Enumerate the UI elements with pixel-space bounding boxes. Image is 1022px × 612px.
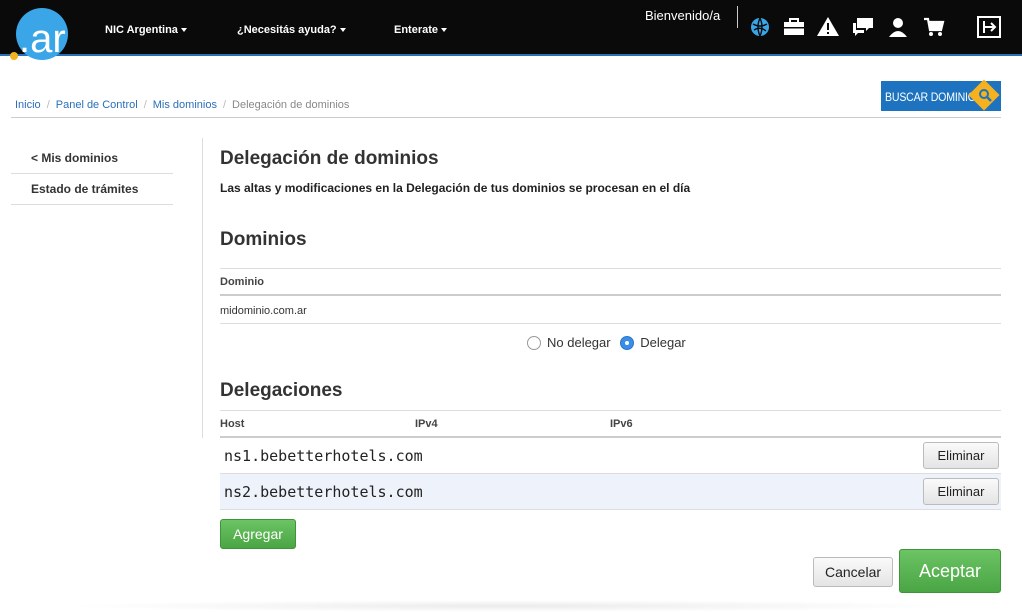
caret-down-icon <box>441 28 448 33</box>
welcome-text: Bienvenido/a <box>645 8 721 23</box>
nav-nic-argentina[interactable]: NIC Argentina <box>105 24 187 36</box>
magnifier-icon <box>979 89 992 102</box>
table-header-divider <box>220 294 1001 296</box>
sidebar-item-label: Estado de trámites <box>31 182 139 196</box>
eliminar-button[interactable]: Eliminar <box>923 478 999 505</box>
host-value: ns1.bebetterhotels.com <box>224 447 423 465</box>
radio-delegar-label[interactable]: Delegar <box>640 335 686 350</box>
page-bottom-shadow <box>60 600 960 612</box>
breadcrumb-panel-de-control[interactable]: Panel de Control <box>56 99 138 111</box>
host-column-header: Host <box>220 418 245 430</box>
table-row: ns1.bebetterhotels.com Eliminar <box>220 438 1001 474</box>
logout-icon[interactable] <box>976 15 1002 39</box>
warning-icon[interactable] <box>816 15 840 39</box>
cart-icon[interactable] <box>922 15 946 39</box>
top-navbar: .ar NIC Argentina ¿Necesitás ayuda? Ente… <box>0 0 1022 61</box>
sidebar-item-estado-tramites[interactable]: Estado de trámites <box>11 174 173 205</box>
buscar-dominios-button[interactable]: BUSCAR DOMINIOS <box>881 79 1001 111</box>
aceptar-button[interactable]: Aceptar <box>899 549 1001 593</box>
breadcrumb-inicio[interactable]: Inicio <box>15 99 41 111</box>
nic-ar-logo[interactable]: .ar <box>10 8 70 64</box>
ipv4-column-header: IPv4 <box>415 418 438 430</box>
table-row: ns2.bebetterhotels.com Eliminar <box>220 474 1001 510</box>
agregar-button[interactable]: Agregar <box>220 519 296 549</box>
globe-icon[interactable] <box>748 15 772 39</box>
table-divider <box>220 410 1001 411</box>
table-divider <box>220 268 1001 269</box>
dominios-heading: Dominios <box>220 229 307 250</box>
caret-down-icon <box>339 28 346 33</box>
page-title: Delegación de dominios <box>220 148 439 169</box>
header-divider <box>737 6 738 28</box>
sidebar-item-label: < Mis dominios <box>31 151 119 165</box>
chat-icon[interactable] <box>851 15 875 39</box>
caret-down-icon <box>180 28 187 33</box>
radio-no-delegar[interactable] <box>527 336 541 350</box>
logo-text: .ar <box>19 17 66 61</box>
delegaciones-heading: Delegaciones <box>220 380 343 401</box>
dominio-column-header: Dominio <box>220 276 264 288</box>
cancelar-button[interactable]: Cancelar <box>813 557 893 587</box>
eliminar-button[interactable]: Eliminar <box>923 442 999 469</box>
buscar-dominios-label: BUSCAR DOMINIOS <box>885 90 983 104</box>
breadcrumb-mis-dominios[interactable]: Mis dominios <box>153 99 217 111</box>
sidebar-divider <box>202 138 203 438</box>
nav-enterate[interactable]: Enterate <box>394 24 448 36</box>
briefcase-icon[interactable] <box>782 15 806 39</box>
page-subtitle: Las altas y modificaciones en la Delegac… <box>220 181 691 195</box>
dominio-value: midominio.com.ar <box>220 305 307 317</box>
host-value: ns2.bebetterhotels.com <box>224 483 423 501</box>
radio-delegar[interactable] <box>620 336 635 350</box>
sidebar-item-mis-dominios[interactable]: < Mis dominios <box>11 143 173 174</box>
ipv6-column-header: IPv6 <box>610 418 633 430</box>
delegation-radio-group: No delegar Delegar <box>527 335 692 350</box>
table-divider <box>220 323 1001 324</box>
user-icon[interactable] <box>886 15 910 39</box>
breadcrumb-divider <box>11 117 1001 118</box>
breadcrumb-current: Delegación de dominios <box>232 99 350 111</box>
nav-necesitas-ayuda[interactable]: ¿Necesitás ayuda? <box>237 24 346 36</box>
breadcrumb: Inicio / Panel de Control / Mis dominios / Del… <box>15 99 350 111</box>
radio-no-delegar-label[interactable]: No delegar <box>547 335 611 350</box>
